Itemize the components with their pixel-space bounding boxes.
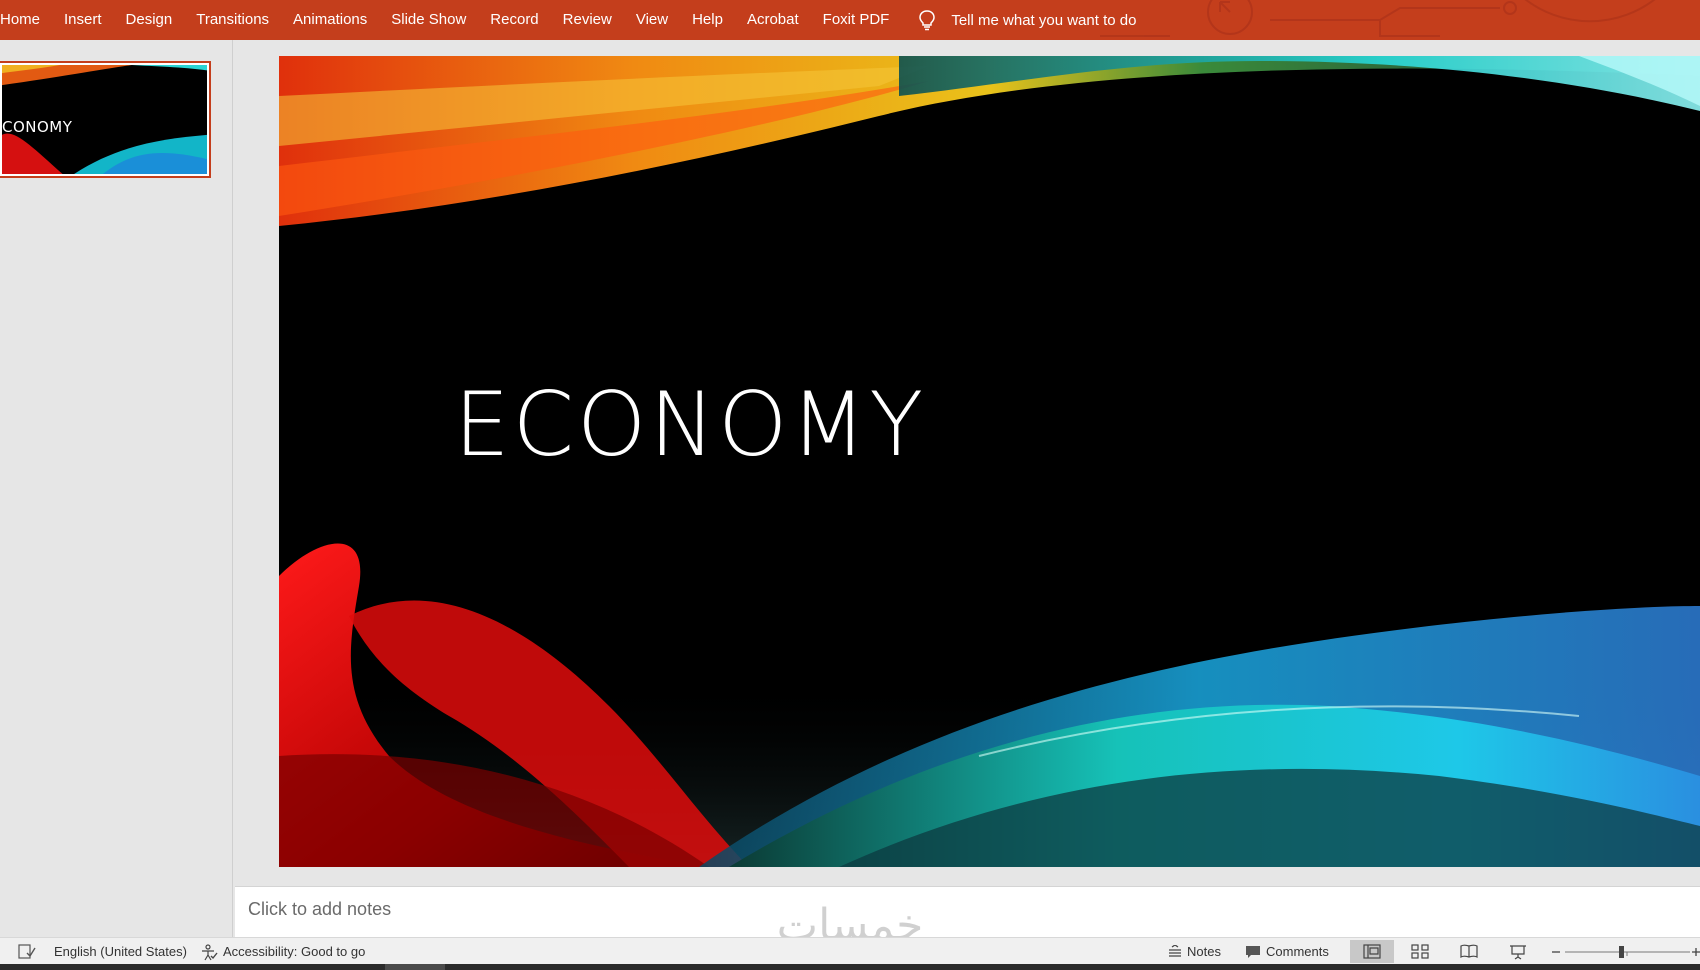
tab-foxit-pdf[interactable]: Foxit PDF xyxy=(811,0,902,40)
taskbar-strip xyxy=(0,964,1700,970)
zoom-in-button[interactable] xyxy=(1692,938,1700,965)
tab-design[interactable]: Design xyxy=(114,0,185,40)
notes-toggle-button[interactable]: Notes xyxy=(1168,938,1221,965)
minus-icon xyxy=(1552,950,1560,953)
zoom-slider[interactable] xyxy=(1565,938,1690,965)
tell-me-search[interactable]: Tell me what you want to do xyxy=(917,0,1136,40)
comments-label: Comments xyxy=(1266,944,1329,959)
tell-me-label: Tell me what you want to do xyxy=(951,11,1137,29)
slide-show-view-button[interactable] xyxy=(1496,940,1540,963)
tab-record[interactable]: Record xyxy=(478,0,550,40)
accessibility-icon xyxy=(202,943,218,960)
lightbulb-icon xyxy=(919,10,936,31)
tab-insert[interactable]: Insert xyxy=(52,0,114,40)
normal-view-button[interactable] xyxy=(1350,940,1394,963)
notes-placeholder[interactable]: Click to add notes xyxy=(248,899,391,920)
comments-button[interactable]: Comments xyxy=(1245,938,1329,965)
tab-home[interactable]: Home xyxy=(0,0,52,40)
slide-sorter-icon xyxy=(1411,944,1429,959)
comment-icon xyxy=(1246,945,1260,958)
ribbon-tab-bar: Home Insert Design Transitions Animation… xyxy=(0,0,1700,40)
status-bar: English (United States) Accessibility: G… xyxy=(0,937,1700,964)
reading-view-button[interactable] xyxy=(1447,940,1491,963)
thumbnail-title: CONOMY xyxy=(2,118,73,136)
plus-icon xyxy=(1692,947,1700,956)
slide-thumbnail-1[interactable]: CONOMY xyxy=(0,61,211,178)
tab-help[interactable]: Help xyxy=(680,0,735,40)
notes-pane[interactable]: Click to add notes xyxy=(235,886,1700,937)
spell-check-icon[interactable] xyxy=(18,938,36,965)
taskbar-segment xyxy=(385,964,445,970)
ribbon-circuit-pattern xyxy=(1100,0,1656,37)
tab-transitions[interactable]: Transitions xyxy=(184,0,281,40)
language-status[interactable]: English (United States) xyxy=(54,938,187,965)
accessibility-label: Accessibility: Good to go xyxy=(223,944,366,959)
accessibility-status[interactable]: Accessibility: Good to go xyxy=(200,938,365,965)
slide-thumbnail-pane: CONOMY xyxy=(0,40,233,937)
tab-view[interactable]: View xyxy=(624,0,680,40)
slide-show-icon xyxy=(1510,944,1526,959)
tab-acrobat[interactable]: Acrobat xyxy=(735,0,811,40)
thumbnail-preview: CONOMY xyxy=(2,65,207,174)
slide-sorter-view-button[interactable] xyxy=(1398,940,1442,963)
slide-canvas[interactable]: ECONOMY xyxy=(279,56,1700,867)
zoom-slider-track xyxy=(1565,945,1690,958)
reading-view-icon xyxy=(1460,944,1478,958)
zoom-out-button[interactable] xyxy=(1550,938,1562,965)
tab-slide-show[interactable]: Slide Show xyxy=(379,0,478,40)
tab-animations[interactable]: Animations xyxy=(281,0,379,40)
normal-view-icon xyxy=(1363,944,1381,959)
notes-toggle-label: Notes xyxy=(1187,944,1221,959)
notes-icon xyxy=(1169,944,1181,957)
slide-title-text[interactable]: ECONOMY xyxy=(454,381,926,469)
tab-review[interactable]: Review xyxy=(551,0,624,40)
